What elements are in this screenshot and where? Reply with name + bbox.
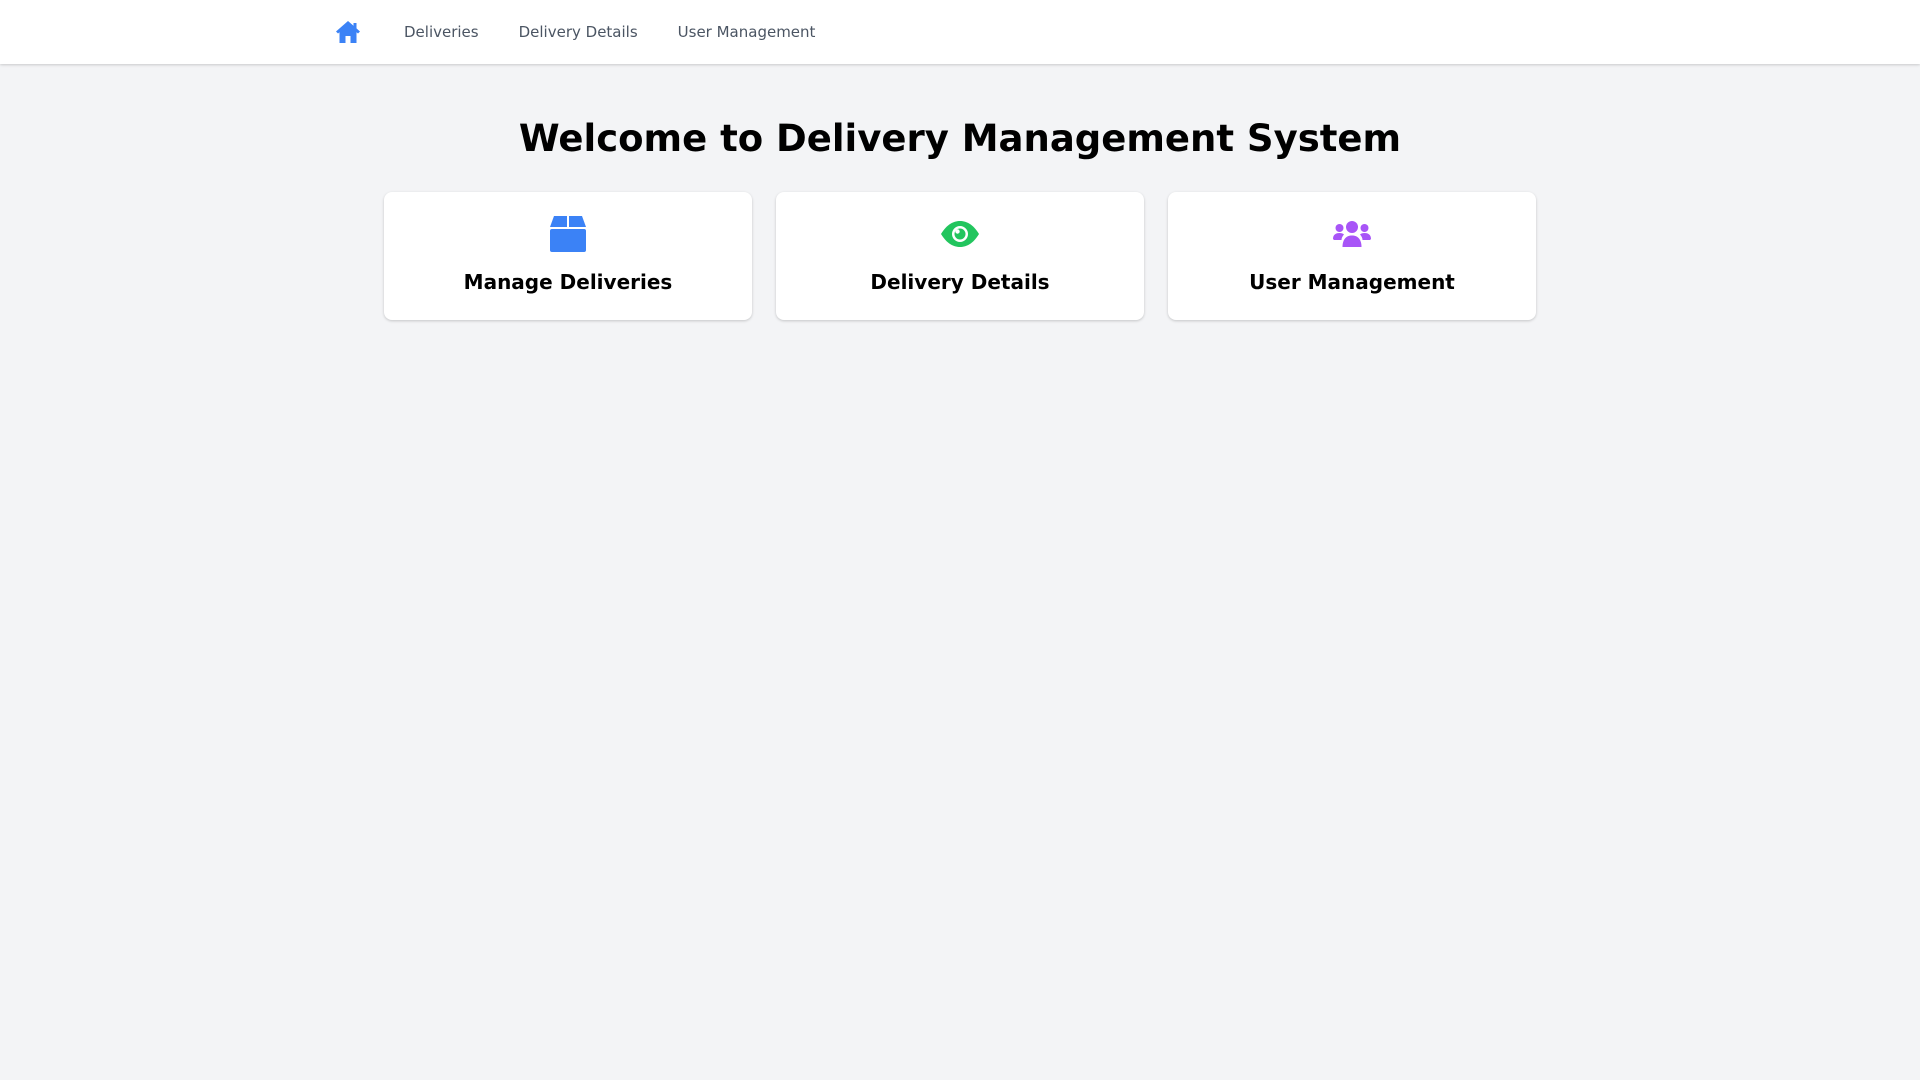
feature-cards: Manage Deliveries Delivery Details User (384, 192, 1536, 320)
box-icon (384, 215, 752, 253)
top-navbar: Deliveries Delivery Details User Managem… (0, 0, 1920, 64)
home-link[interactable] (336, 20, 360, 44)
users-icon (1168, 215, 1536, 253)
nav-link-deliveries[interactable]: Deliveries (404, 23, 479, 41)
nav-links: Deliveries Delivery Details User Managem… (336, 0, 855, 64)
user-management-card[interactable]: User Management (1168, 192, 1536, 320)
page-title: Welcome to Delivery Management System (518, 117, 1402, 160)
home-icon (336, 21, 360, 43)
card-title: Manage Deliveries (463, 270, 673, 294)
delivery-details-card[interactable]: Delivery Details (776, 192, 1144, 320)
card-title: User Management (1249, 270, 1455, 294)
nav-link-delivery-details[interactable]: Delivery Details (519, 23, 638, 41)
manage-deliveries-card[interactable]: Manage Deliveries (384, 192, 752, 320)
eye-icon (776, 215, 1144, 253)
nav-link-user-management[interactable]: User Management (678, 23, 816, 41)
card-title: Delivery Details (870, 270, 1050, 294)
